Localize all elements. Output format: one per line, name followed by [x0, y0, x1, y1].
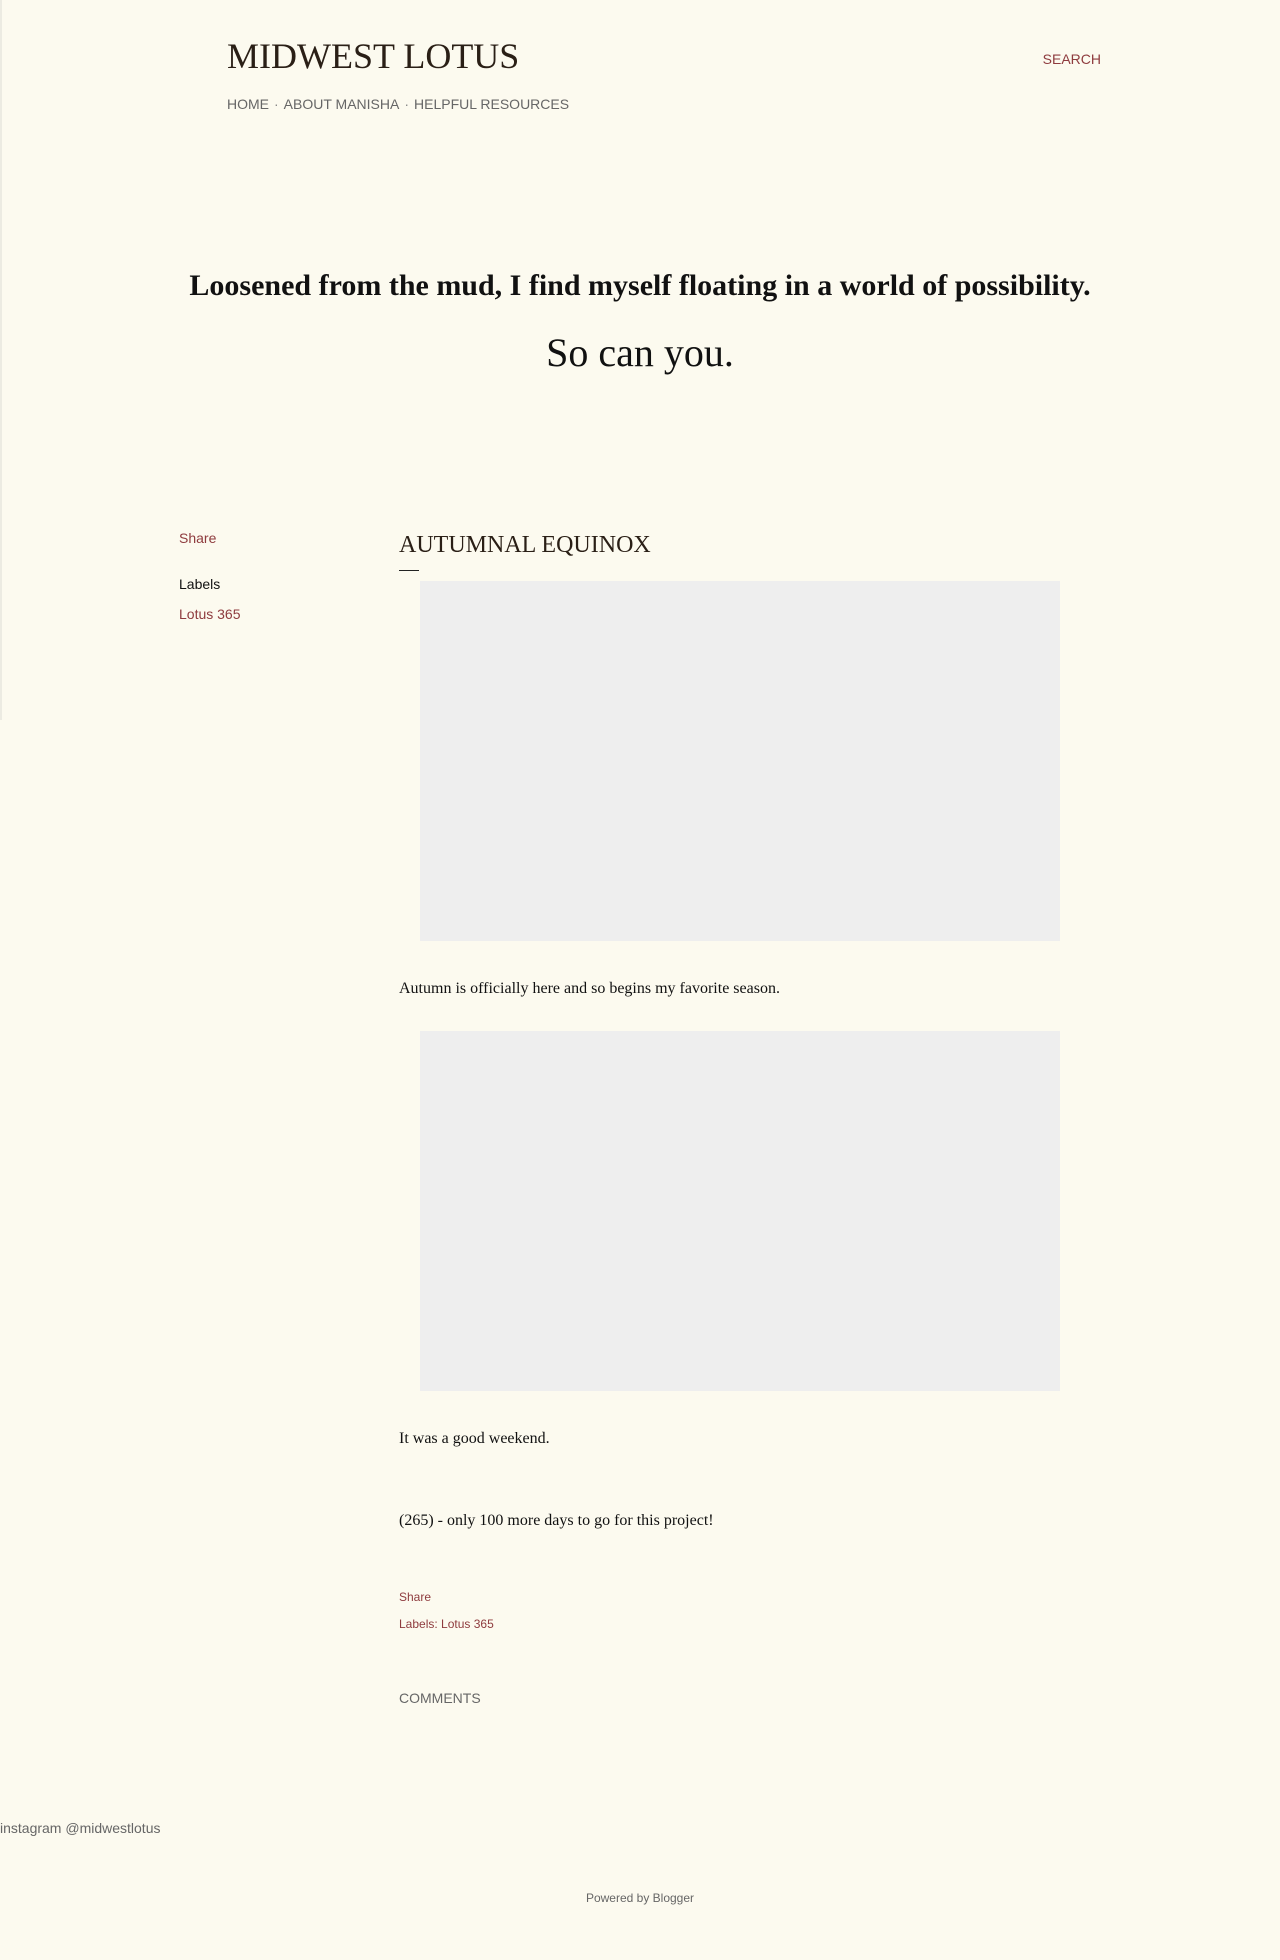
main-nav: HOME · ABOUT MANISHA · HELPFUL RESOURCES [227, 95, 569, 113]
comments-heading: COMMENTS [399, 1690, 481, 1706]
post-title-underline [399, 570, 419, 571]
sidebar-label-link[interactable]: Lotus 365 [179, 606, 241, 622]
powered-by-blogger-link[interactable]: Powered by Blogger [586, 1891, 694, 1905]
nav-item-helpful-resources[interactable]: HELPFUL RESOURCES [414, 96, 569, 112]
post-labels-prefix: Labels: [399, 1617, 438, 1631]
hero-tagline: Loosened from the mud, I find myself flo… [189, 269, 1091, 302]
nav-separator: · [404, 96, 409, 112]
search-button[interactable]: SEARCH [1043, 51, 1101, 67]
post-label-link[interactable]: Lotus 365 [441, 1617, 494, 1631]
post-labels: Labels: Lotus 365 [399, 1617, 494, 1631]
post-paragraph: It was a good weekend. [399, 1430, 550, 1447]
post-image[interactable] [420, 581, 1060, 941]
sidebar-share-link[interactable]: Share [179, 530, 216, 546]
post-paragraph: Autumn is officially here and so begins … [399, 980, 780, 997]
nav-item-about-manisha[interactable]: ABOUT MANISHA [284, 96, 400, 112]
instagram-handle: instagram @midwestlotus [0, 1820, 161, 1836]
post-title[interactable]: AUTUMNAL EQUINOX [399, 529, 651, 561]
nav-item-home[interactable]: HOME [227, 96, 269, 112]
sidebar-labels-heading: Labels [179, 576, 221, 592]
post-paragraph: (265) - only 100 more days to go for thi… [399, 1512, 714, 1529]
site-title[interactable]: MIDWEST LOTUS [227, 32, 519, 80]
nav-separator: · [274, 96, 279, 112]
hero-subtagline: So can you. [546, 330, 734, 375]
post-image[interactable] [420, 1031, 1060, 1391]
post-share-link[interactable]: Share [399, 1590, 431, 1604]
powered-by-footer: Powered by Blogger [0, 1891, 1280, 1905]
